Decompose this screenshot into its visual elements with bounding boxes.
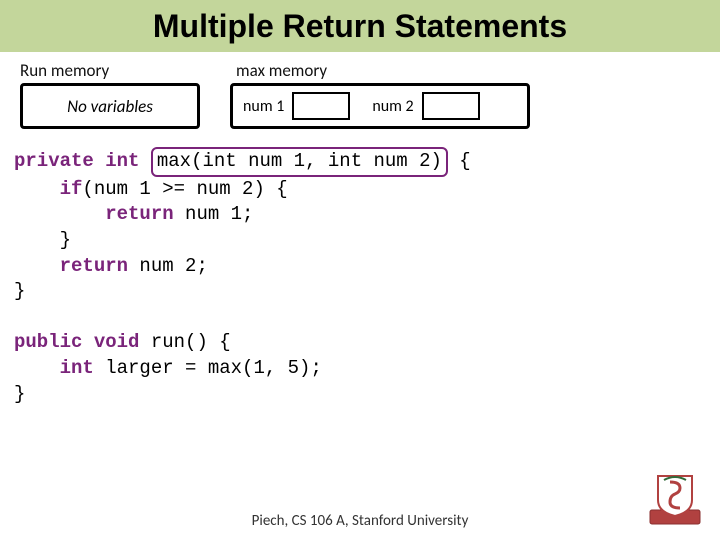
max-memory-label: max memory <box>236 60 327 81</box>
brace-close-1: } <box>60 229 71 251</box>
run-memory-box: No variables <box>20 83 200 129</box>
max-memory-block: max memory num 1 num 2 <box>230 60 530 129</box>
return-expr-1: num 1; <box>174 203 254 225</box>
slide-title-bar: Multiple Return Statements <box>0 0 720 52</box>
code-line-10: } <box>14 382 706 408</box>
var-label-num1: num 1 <box>243 97 284 116</box>
max-memory-box: num 1 num 2 <box>230 83 530 129</box>
code-line-4: } <box>14 228 706 254</box>
stanford-logo-icon <box>648 470 702 526</box>
run-signature: run() { <box>139 331 230 353</box>
code-line-5: return num 2; <box>14 254 706 280</box>
code-line-8: public void run() { <box>14 330 706 356</box>
var-slot-num2 <box>422 92 480 120</box>
run-memory-label: Run memory <box>20 60 109 81</box>
method-signature-highlight: max(int num 1, int num 2) <box>151 147 448 177</box>
kw-return-1: return <box>105 203 173 225</box>
brace-close-3: } <box>14 383 25 405</box>
code-line-1: private int max(int num 1, int num 2) { <box>14 147 706 177</box>
kw-void: void <box>94 331 140 353</box>
return-expr-2: num 2; <box>128 255 208 277</box>
brace-open-1: { <box>448 150 471 172</box>
code-line-2: if(num 1 >= num 2) { <box>14 177 706 203</box>
run-memory-block: Run memory No variables <box>20 60 200 129</box>
code-block: private int max(int num 1, int num 2) { … <box>0 129 720 407</box>
if-condition: (num 1 >= num 2) { <box>82 178 287 200</box>
code-line-6: } <box>14 279 706 305</box>
kw-return-2: return <box>60 255 128 277</box>
slide-title: Multiple Return Statements <box>153 8 567 45</box>
no-variables-text: No variables <box>67 96 153 117</box>
var-slot-num1 <box>292 92 350 120</box>
brace-close-2: } <box>14 280 25 302</box>
kw-int-2: int <box>60 357 94 379</box>
kw-if: if <box>60 178 83 200</box>
code-line-9: int larger = max(1, 5); <box>14 356 706 382</box>
var-label-num2: num 2 <box>372 97 413 116</box>
kw-public: public <box>14 331 82 353</box>
memory-diagram-row: Run memory No variables max memory num 1… <box>0 52 720 129</box>
larger-decl: larger = max(1, 5); <box>94 357 322 379</box>
kw-int: int <box>105 150 139 172</box>
code-line-3: return num 1; <box>14 202 706 228</box>
code-blank-line <box>14 305 706 331</box>
slide-footer: Piech, CS 106 A, Stanford University <box>0 512 720 530</box>
kw-private: private <box>14 150 94 172</box>
